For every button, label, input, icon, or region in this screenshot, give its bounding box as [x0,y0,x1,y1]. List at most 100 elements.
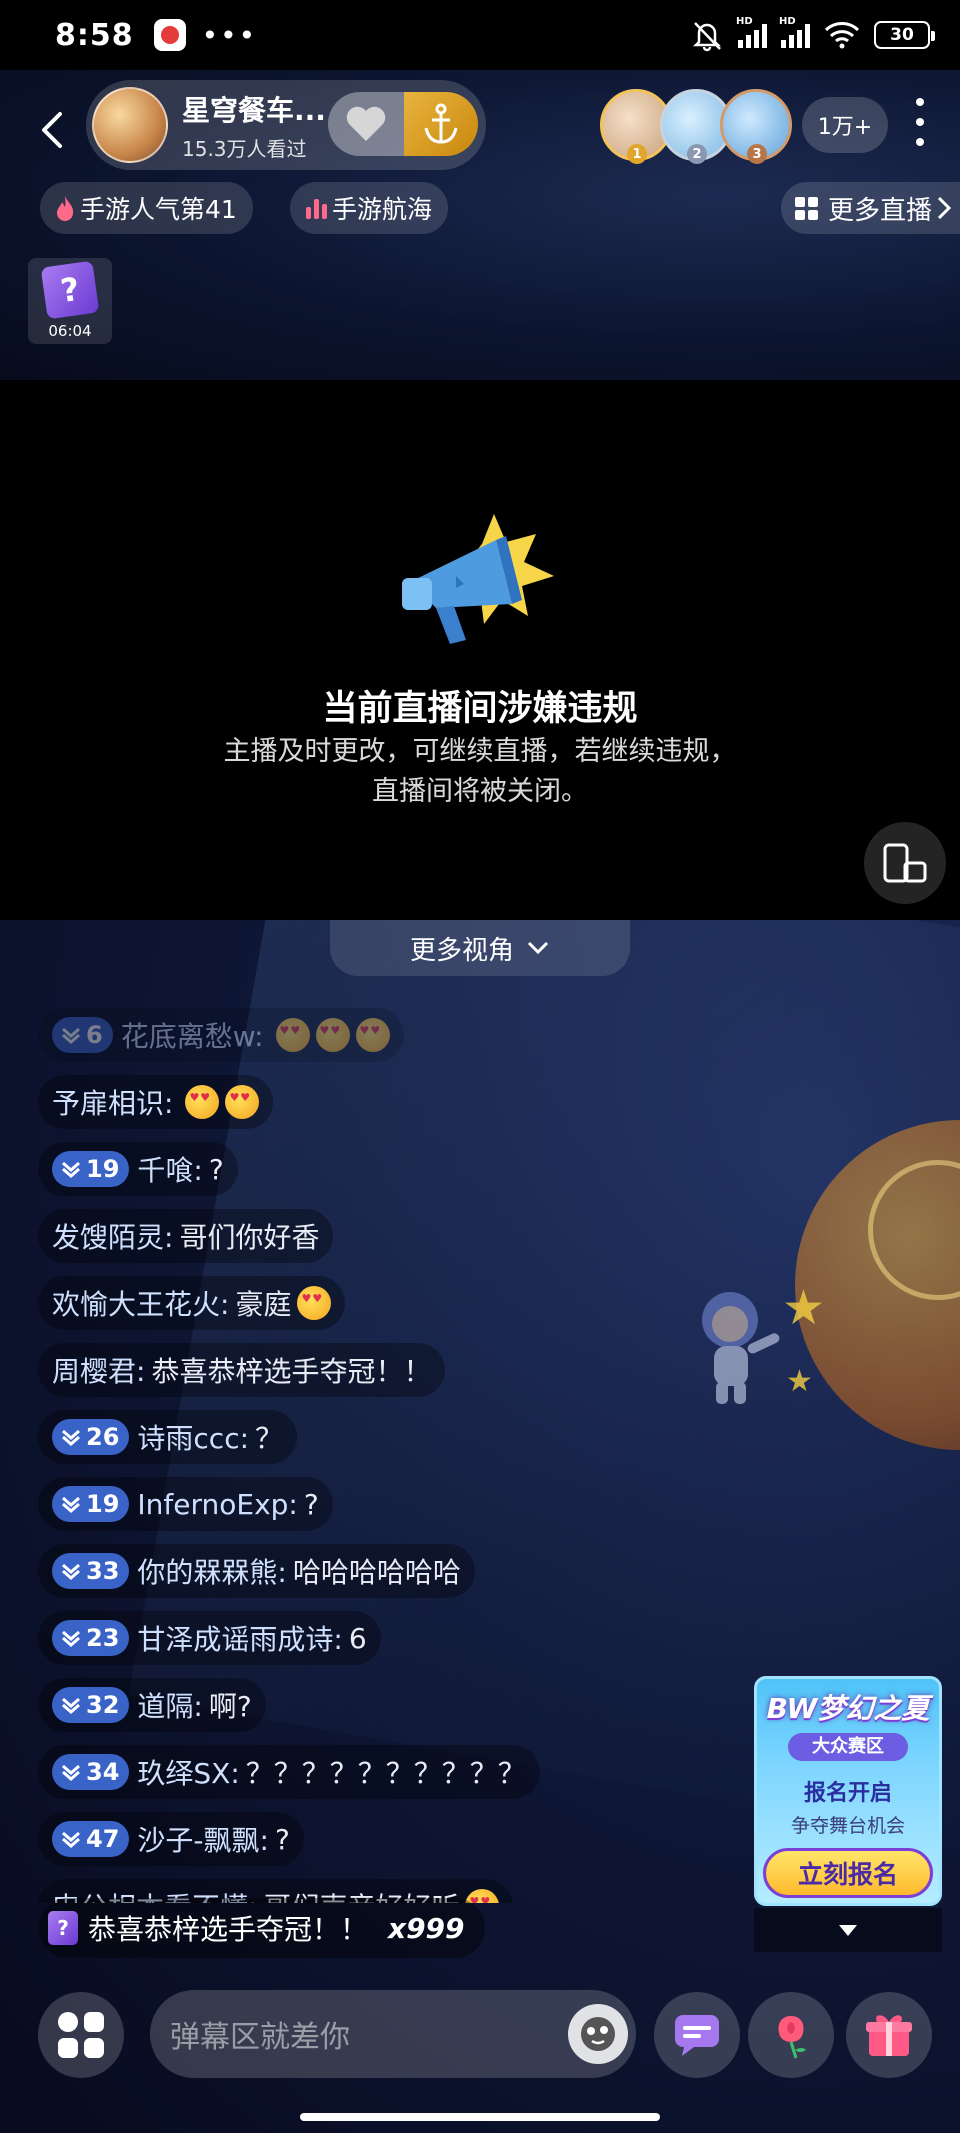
rose-icon [778,2016,806,2059]
chat-message[interactable]: 19 InfernoExp:? [38,1477,333,1531]
chat-text: 恭喜恭梓选手夺冠！！ [151,1355,432,1388]
chat-row: 23 甘泽成谣雨成诗: 6 [38,1611,598,1678]
apps-button[interactable] [38,1992,124,2078]
popularity-rank-chip[interactable]: 手游人气第41 [40,182,253,234]
chat-list[interactable]: 6 花底离愁w: 予扉相识: 19 千喰:? 发馊陌灵:哥们你好香欢愉大王花火:豪庭周樱君… [38,1008,598,1903]
status-bar: 8:58 ••• HD HD 30 [0,0,960,70]
chat-row: 33 你的槑槑熊: 哈哈哈哈哈哈 [38,1544,598,1611]
chat-message[interactable]: 47 沙子-飘飘:? [38,1812,304,1866]
notification-app-icon [153,19,186,51]
chat-message[interactable]: 6 花底离愁w: [38,1008,404,1062]
chat-message[interactable]: 周樱君: 恭喜恭梓选手夺冠！！ [38,1343,446,1397]
chat-text: 6 [348,1621,367,1655]
chat-username[interactable]: 甘泽成谣雨成诗: [137,1618,342,1658]
danmaku-input[interactable]: 弹幕区就差你 [150,1990,636,2078]
chat-username[interactable]: 诗雨ccc: [137,1417,249,1457]
chat-username[interactable]: 予扉相识: [52,1082,173,1122]
chat-username[interactable]: 欢愉大王花火: [52,1283,229,1323]
promo-collapse-button[interactable] [754,1908,942,1952]
register-button[interactable]: 立刻报名 [763,1848,933,1898]
fan-level-number: 19 [86,1490,120,1518]
chat-username[interactable]: 周樱君: [52,1350,145,1390]
chat-message[interactable]: 33 你的槑槑熊: 哈哈哈哈哈哈 [38,1544,475,1598]
level-chevron-icon [62,1697,80,1714]
chat-message[interactable]: 34 玖绎SX:？？？？？？？？？？ [38,1745,540,1799]
anchor-avatar[interactable] [92,87,168,163]
fan-level-number: 47 [86,1825,120,1853]
follow-button[interactable] [328,92,404,156]
more-live-label: 更多直播 [827,195,932,226]
chat-message[interactable]: 19 千喰:? [38,1142,238,1196]
mystery-card-icon: ? [40,260,100,320]
flame-icon [54,194,76,222]
chat-message[interactable]: 欢愉大王花火: 豪庭 [38,1276,346,1330]
chat-username[interactable]: 玖绎SX: [137,1752,239,1792]
fan-level-badge: 34 [52,1754,130,1790]
chat-message[interactable]: 23 甘泽成谣雨成诗: 6 [38,1611,381,1665]
fleet-button[interactable] [404,92,478,156]
chat-row: 19 InfernoExp:? [38,1477,598,1544]
chat-text: 豪庭 [235,1288,292,1321]
chat-row: 47 沙子-飘飘:? [38,1812,598,1879]
level-chevron-icon [62,1831,80,1848]
chat-message[interactable]: 发馊陌灵: 哥们你好香 [38,1209,334,1263]
fan-level-number: 19 [86,1155,120,1183]
grid-icon [794,196,818,220]
anchor-name: 星穹餐车... [182,93,326,127]
emoji-icon [225,1085,260,1119]
video-player[interactable]: 当前直播间涉嫌违规 主播及时更改，可继续直播，若继续违规，直播间将被关闭。 [0,380,960,920]
fan-level-badge: 33 [52,1553,130,1589]
audience-ranking[interactable]: 1 2 3 1万+ [600,82,888,168]
face-icon [581,2017,615,2051]
chat-message[interactable]: 予扉相识: [38,1075,274,1129]
interaction-button[interactable] [654,1992,740,2078]
mystery-card-icon: ? [48,1911,78,1945]
chat-message[interactable]: 26 诗雨ccc:？ [38,1410,298,1464]
signal-1-icon: HD [736,16,767,48]
gift-button[interactable] [846,1992,932,2078]
more-angles-button[interactable]: 更多视角 [330,920,630,976]
voyage-chip[interactable]: 手游航海 [290,182,449,234]
level-chevron-icon [62,1496,80,1513]
fan-level-number: 33 [86,1557,120,1585]
star-decoration: ★ [786,1364,813,1399]
more-live-button[interactable]: 更多直播 [780,182,960,234]
emoji-icon [315,1018,350,1052]
anchor-icon [424,103,458,144]
rose-gift-button[interactable] [748,1992,834,2078]
chat-message[interactable]: 32 道隔: 啊? [38,1678,266,1732]
more-angles-label: 更多视角 [409,935,514,966]
chat-username[interactable]: 花底离愁w: [121,1015,264,1055]
megaphone-icon [402,514,554,644]
emoji-icon [297,1286,332,1320]
chat-username[interactable]: 发馊陌灵: [52,1216,173,1256]
fan-level-badge: 26 [52,1419,130,1455]
chat-username[interactable]: 道隔: [137,1685,202,1725]
gift-count: x999 [388,1911,465,1945]
chat-username[interactable]: InfernoExp: [137,1488,297,1521]
chat-username[interactable]: 千喰: [137,1149,202,1189]
status-indicators: HD HD 30 [690,16,935,52]
audience-count-button[interactable]: 1万+ [802,97,888,153]
chat-username[interactable]: 沙子-飘飘: [137,1819,269,1859]
audience-avatar[interactable]: 3 [720,89,792,164]
emoji-icon [185,1085,220,1119]
mystery-box-widget[interactable]: ? 06:04 [28,258,112,344]
emoji-button[interactable] [568,2004,628,2064]
wifi-icon [824,22,860,49]
chat-row: 周樱君: 恭喜恭梓选手夺冠！！ [38,1343,598,1410]
live-header: 星穹餐车... 15.3万人看过 1 2 3 1万+ 手游人气第41 手游航海 … [0,70,960,380]
back-button[interactable] [28,102,74,158]
rotate-screen-button[interactable] [864,822,946,904]
level-chevron-icon [62,1764,80,1781]
chip-label: 手游航海 [332,195,433,224]
chat-username[interactable]: 你的槑槑熊: [137,1551,286,1591]
chevron-down-icon [527,941,549,955]
level-chevron-icon [62,1429,80,1446]
fan-level-number: 23 [86,1624,120,1652]
event-promo-banner[interactable]: BW梦幻之夏 大众赛区 报名开启 争夺舞台机会 立刻报名 [754,1676,942,1906]
more-options-button[interactable] [910,98,930,146]
gift-box-icon [866,2015,912,2056]
anchor-info-card[interactable]: 星穹餐车... 15.3万人看过 [86,80,486,170]
emoji-icon [355,1018,390,1052]
